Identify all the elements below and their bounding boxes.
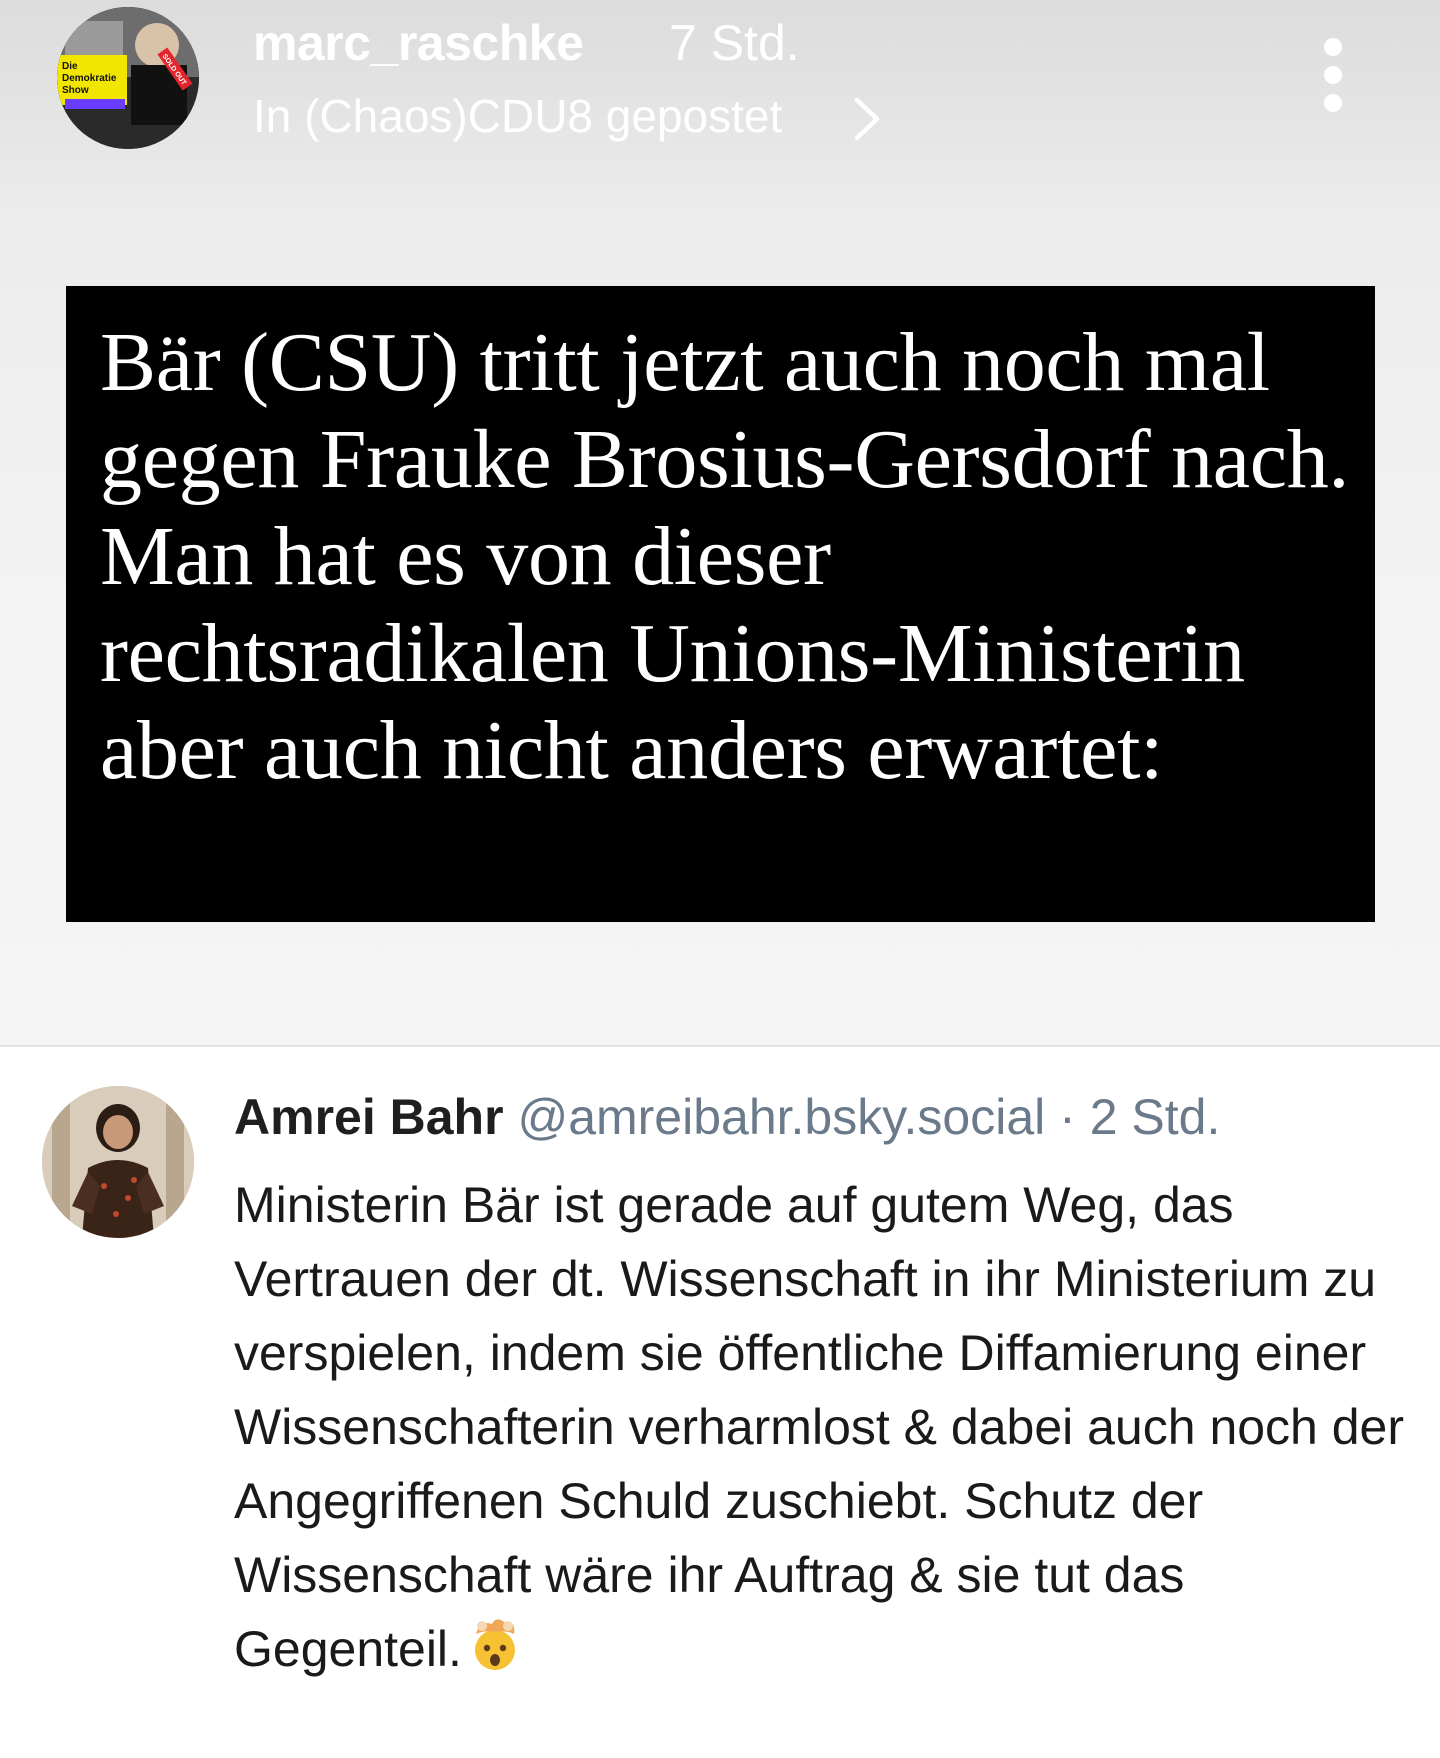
avatar-text-show: Show (62, 85, 89, 96)
reply-header: Amrei Bahr @amreibahr.bsky.social · 2 St… (234, 1085, 1220, 1149)
quote-text: Bär (CSU) tritt jetzt auch noch mal gege… (100, 316, 1350, 797)
avatar-text-die: Die (62, 61, 78, 72)
post-time: 7 Std. (669, 15, 800, 71)
reply-time: 2 Std. (1089, 1089, 1221, 1145)
reply-text-block: Ministerin Bär ist gerade auf gutem Weg,… (234, 1168, 1424, 1686)
reply-author-name[interactable]: Amrei Bahr (234, 1089, 504, 1145)
quote-card: Bär (CSU) tritt jetzt auch noch mal gege… (66, 286, 1375, 922)
reply-text: Ministerin Bär ist gerade auf gutem Weg,… (234, 1177, 1405, 1677)
section-divider (0, 1045, 1440, 1047)
more-dot (1324, 66, 1342, 84)
post-username[interactable]: marc_raschke (253, 14, 584, 72)
user-avatar[interactable]: Die Demokratie Show SOLD OUT (57, 7, 199, 149)
exploding-head-icon (474, 1619, 515, 1670)
chevron-right-icon[interactable] (851, 96, 883, 142)
reply-avatar-image (42, 1086, 194, 1238)
avatar-text-demokratie: Demokratie (62, 73, 117, 84)
more-dot (1324, 38, 1342, 56)
more-dot (1324, 94, 1342, 112)
reply-avatar[interactable] (42, 1086, 194, 1238)
reply-author-handle[interactable]: @amreibahr.bsky.social (517, 1089, 1045, 1145)
meta-separator: · (1059, 1089, 1076, 1145)
more-vertical-icon[interactable] (1318, 38, 1348, 118)
post-header-section: Die Demokratie Show SOLD OUT marc_raschk… (0, 0, 1440, 1045)
avatar-image: Die Demokratie Show SOLD OUT (57, 7, 199, 149)
posted-in-community[interactable]: In (Chaos)CDU8 gepostet (253, 89, 782, 143)
